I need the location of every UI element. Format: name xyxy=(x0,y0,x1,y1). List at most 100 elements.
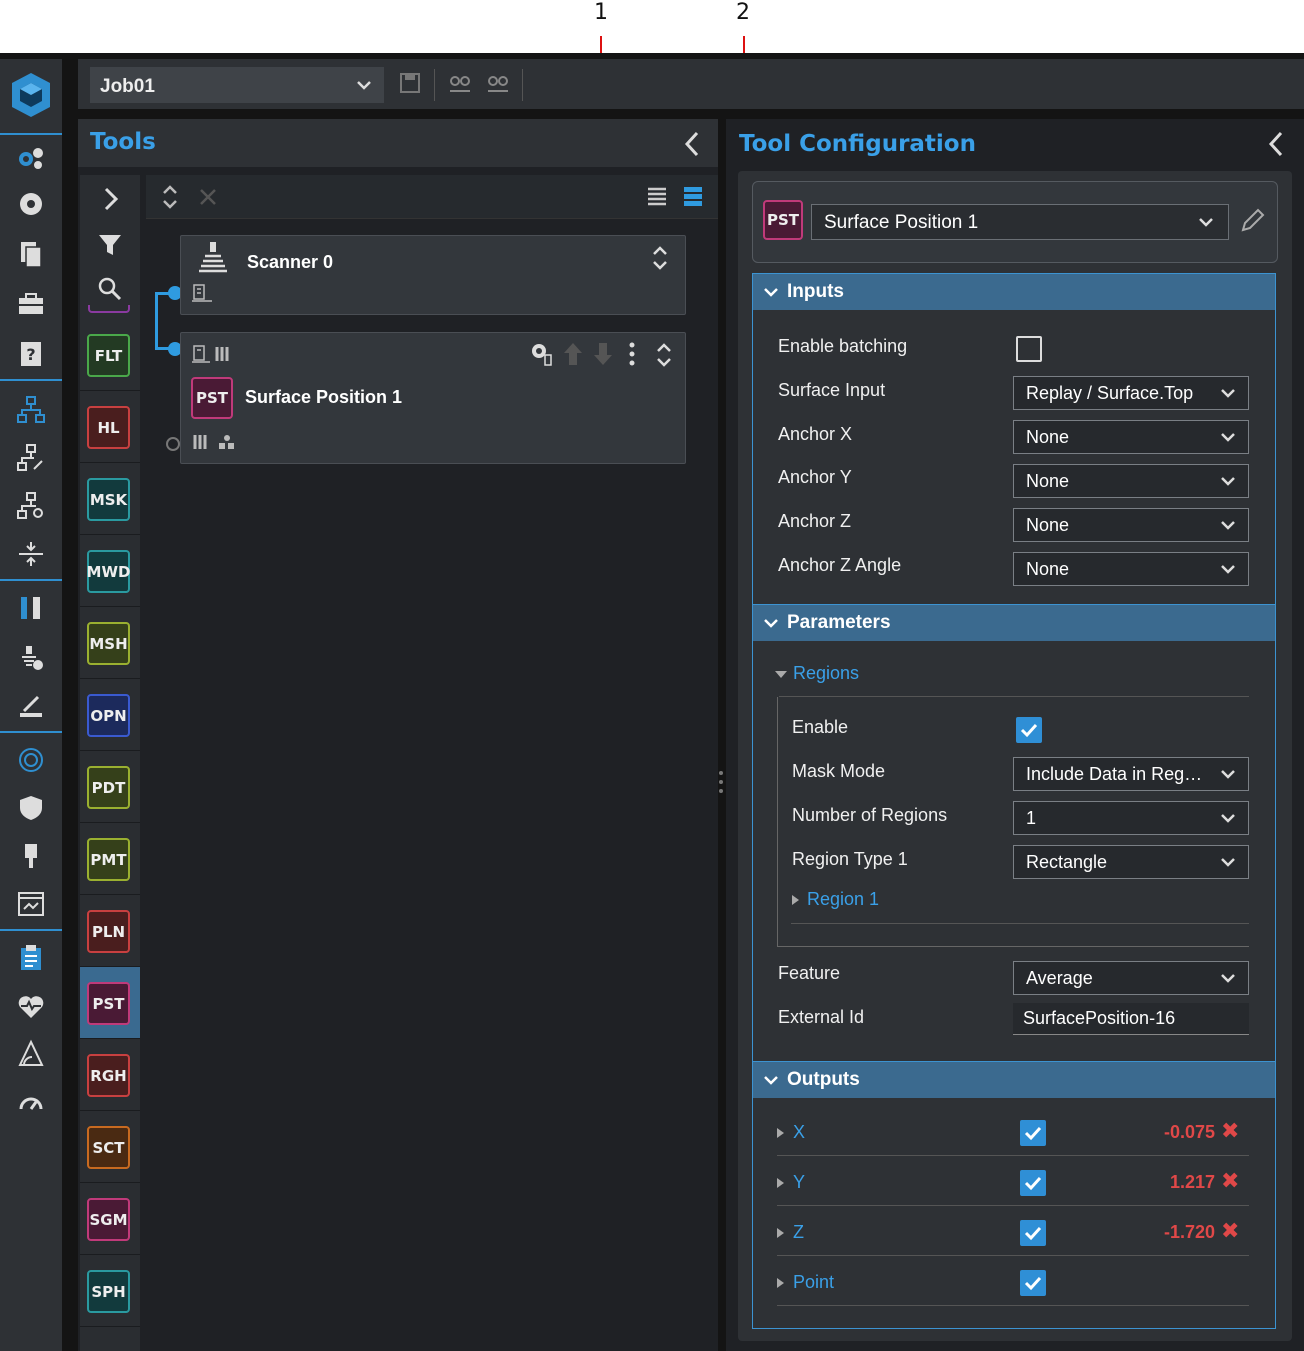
region-type-dropdown[interactable]: Rectangle xyxy=(1013,845,1249,879)
output-y-caret-icon[interactable] xyxy=(777,1178,784,1188)
output-x-checkbox[interactable] xyxy=(1020,1120,1046,1146)
output-port-empty[interactable] xyxy=(166,437,180,451)
scan-icon[interactable] xyxy=(14,689,48,723)
output-z-caret-icon[interactable] xyxy=(777,1228,784,1238)
collapse-tools-chevron-icon[interactable] xyxy=(678,127,706,161)
network-search-icon[interactable] xyxy=(14,489,48,523)
output-x-name[interactable]: X xyxy=(793,1122,805,1143)
tool-item-pmt[interactable]: PMT xyxy=(80,823,140,895)
scanner-node-title: Scanner 0 xyxy=(247,252,334,272)
help-book-icon[interactable]: ? xyxy=(14,337,48,371)
expand-chevron-icon[interactable] xyxy=(96,185,124,213)
output-y-name[interactable]: Y xyxy=(793,1172,805,1193)
toolbox-icon[interactable] xyxy=(14,287,48,321)
import-icon[interactable] xyxy=(446,71,474,99)
inputs-section-header[interactable]: Inputs xyxy=(753,274,1275,310)
tool-settings-icon[interactable] xyxy=(529,341,555,372)
usb-icon[interactable] xyxy=(14,839,48,873)
inputs-section-label: Inputs xyxy=(787,281,844,302)
surface-position-node[interactable]: PST Surface Position 1 xyxy=(180,332,686,464)
dashboard-window-icon[interactable] xyxy=(14,887,48,921)
tool-item-mwd[interactable]: MWD xyxy=(80,535,140,607)
system-settings-icon[interactable] xyxy=(14,141,48,175)
measure-tools-icon[interactable] xyxy=(14,591,48,625)
gauge-icon[interactable] xyxy=(14,1085,48,1119)
scanner-settings-icon[interactable] xyxy=(14,641,48,675)
anchor-z-angle-dropdown[interactable]: None xyxy=(1013,552,1249,586)
tool-name-select[interactable]: Surface Position 1 xyxy=(811,204,1229,240)
output-z-checkbox[interactable] xyxy=(1020,1220,1046,1246)
mask-mode-dropdown[interactable]: Include Data in Reg… xyxy=(1013,757,1249,791)
save-icon[interactable] xyxy=(396,71,424,99)
feature-dropdown[interactable]: Average xyxy=(1013,961,1249,995)
align-icon[interactable] xyxy=(14,537,48,571)
tool-item-msk[interactable]: MSK xyxy=(80,463,140,535)
gear-icon[interactable] xyxy=(14,187,48,221)
output-z-name[interactable]: Z xyxy=(793,1222,804,1243)
filter-icon[interactable] xyxy=(96,231,124,259)
node-expand-icon[interactable] xyxy=(653,341,675,374)
output-point-name[interactable]: Point xyxy=(793,1272,834,1293)
files-icon[interactable] xyxy=(14,237,48,271)
network-icon[interactable] xyxy=(14,393,48,427)
connection-wire xyxy=(155,292,158,349)
edit-pencil-icon[interactable] xyxy=(1239,206,1267,239)
tool-item-rgh[interactable]: RGH xyxy=(80,1039,140,1111)
regions-group-label[interactable]: Regions xyxy=(793,663,859,684)
tool-item-pst[interactable]: PST xyxy=(80,967,140,1039)
more-options-icon[interactable] xyxy=(627,341,637,372)
shield-icon[interactable] xyxy=(14,791,48,825)
number-of-regions-dropdown[interactable]: 1 xyxy=(1013,801,1249,835)
collapse-config-chevron-icon[interactable] xyxy=(1262,127,1290,161)
output-point-checkbox[interactable] xyxy=(1020,1270,1046,1296)
tool-badge-pst: PST xyxy=(87,982,130,1025)
delete-disabled-icon[interactable] xyxy=(196,185,220,214)
scanner-node[interactable]: Scanner 0 xyxy=(180,235,686,315)
tool-item-sct[interactable]: SCT xyxy=(80,1111,140,1183)
clipboard-icon[interactable] xyxy=(14,941,48,975)
feature-value: Average xyxy=(1026,968,1093,988)
anchor-x-dropdown[interactable]: None xyxy=(1013,420,1249,454)
region-1-collapsed-caret-icon[interactable] xyxy=(792,895,799,905)
tool-header-box: PST Surface Position 1 xyxy=(752,181,1278,263)
tool-item-flt[interactable]: FLT xyxy=(80,319,140,391)
protractor-icon[interactable] xyxy=(14,1037,48,1071)
move-down-arrow-icon[interactable] xyxy=(591,341,615,372)
anchor-y-dropdown[interactable]: None xyxy=(1013,464,1249,498)
region-enable-checkbox[interactable] xyxy=(1016,717,1042,743)
regions-expanded-caret-icon[interactable] xyxy=(775,671,787,678)
outputs-section-header[interactable]: Outputs xyxy=(753,1062,1275,1098)
anchor-z-dropdown[interactable]: None xyxy=(1013,508,1249,542)
tool-item-opn[interactable]: OPN xyxy=(80,679,140,751)
job-select[interactable]: Job01 xyxy=(90,67,384,103)
search-icon[interactable] xyxy=(96,275,124,303)
region-1-link[interactable]: Region 1 xyxy=(807,889,879,910)
move-up-arrow-icon[interactable] xyxy=(561,341,585,372)
chevron-down-icon xyxy=(1218,852,1238,877)
enable-batching-checkbox[interactable] xyxy=(1016,336,1042,362)
tool-item-msh[interactable]: MSH xyxy=(80,607,140,679)
surface-input-dropdown[interactable]: Replay / Surface.Top xyxy=(1013,376,1249,410)
expand-collapse-all-icon[interactable] xyxy=(158,183,182,216)
tool-badge-mwd: MWD xyxy=(87,550,130,593)
external-id-value: SurfacePosition-16 xyxy=(1023,1008,1176,1028)
tool-item-pdt[interactable]: PDT xyxy=(80,751,140,823)
list-view-icon[interactable] xyxy=(646,185,668,214)
parameters-section-header[interactable]: Parameters xyxy=(753,605,1275,641)
tool-item-sgm[interactable]: SGM xyxy=(80,1183,140,1255)
app-logo-icon[interactable] xyxy=(8,69,54,129)
external-id-input[interactable]: SurfacePosition-16 xyxy=(1013,1003,1249,1035)
node-expand-icon[interactable] xyxy=(649,244,671,277)
export-icon[interactable] xyxy=(484,71,512,99)
health-icon[interactable] xyxy=(14,989,48,1023)
splitter-handle[interactable] xyxy=(718,769,724,795)
tool-item-hl[interactable]: HL xyxy=(80,391,140,463)
output-y-checkbox[interactable] xyxy=(1020,1170,1046,1196)
globe-icon[interactable] xyxy=(14,743,48,777)
detail-view-icon[interactable] xyxy=(682,185,704,214)
network-edit-icon[interactable] xyxy=(14,441,48,475)
tool-item-sph[interactable]: SPH xyxy=(80,1255,140,1327)
tool-item-pln[interactable]: PLN xyxy=(80,895,140,967)
output-point-caret-icon[interactable] xyxy=(777,1278,784,1288)
output-x-caret-icon[interactable] xyxy=(777,1128,784,1138)
